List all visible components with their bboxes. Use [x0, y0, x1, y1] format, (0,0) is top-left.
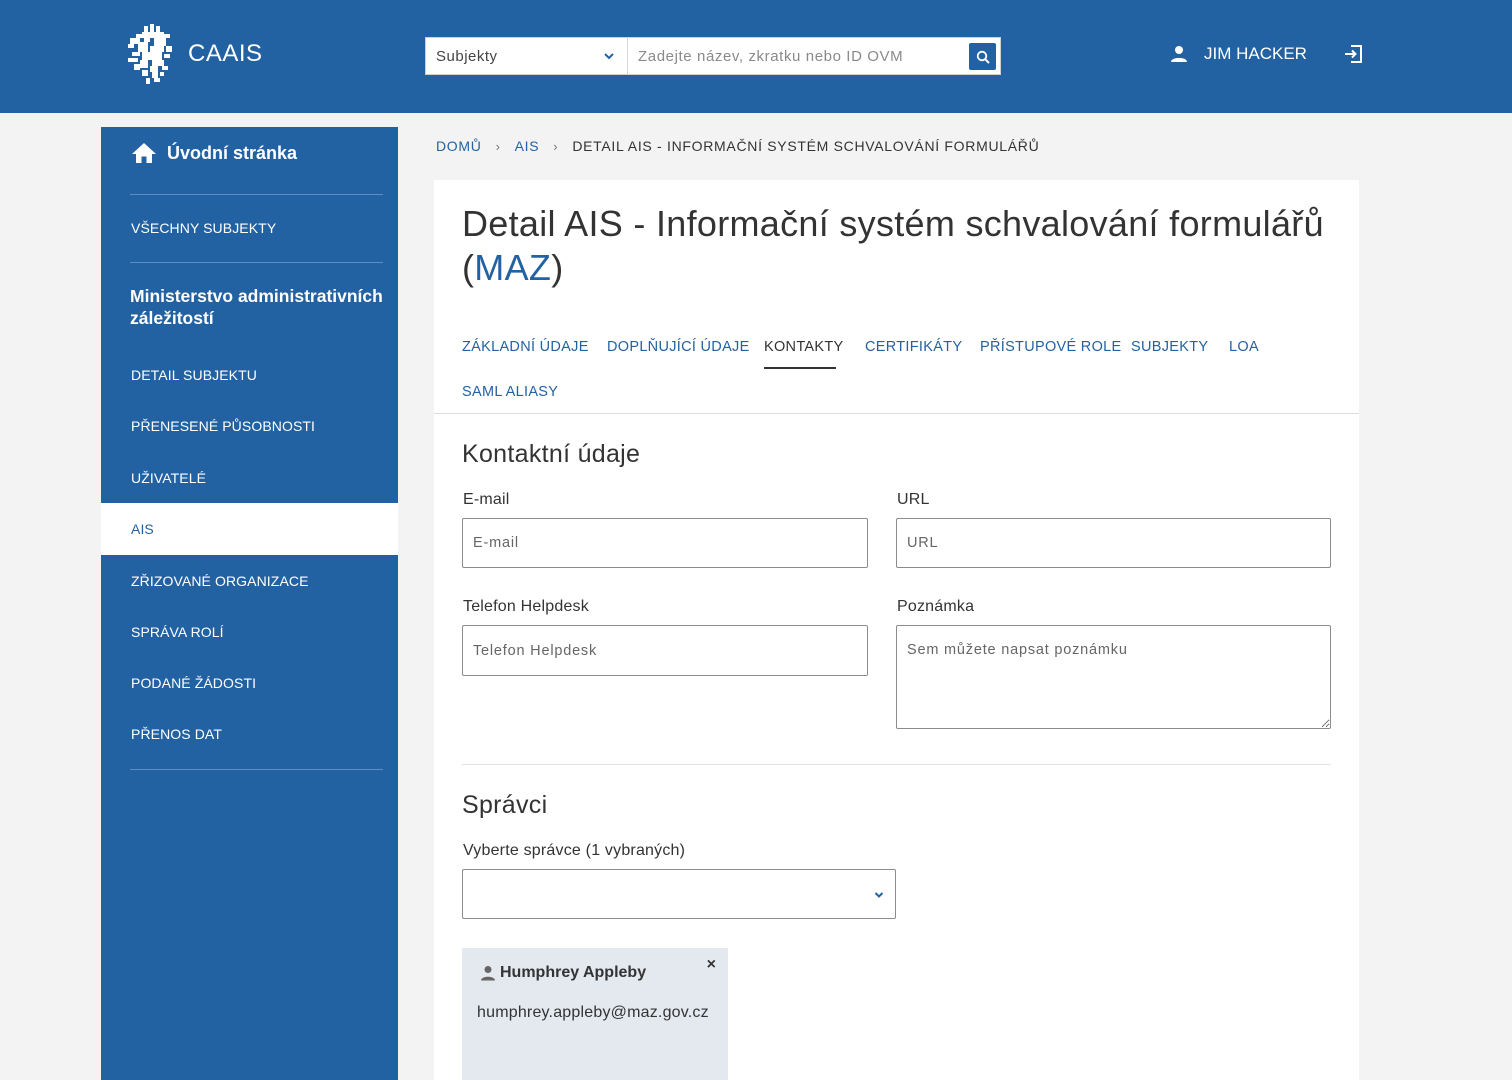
search-input[interactable]	[628, 38, 969, 74]
url-field[interactable]	[896, 518, 1331, 568]
admin-email: humphrey.appleby@maz.gov.cz	[477, 1004, 709, 1021]
sidebar: Úvodní stránka VŠECHNY SUBJEKTY Minister…	[101, 127, 398, 1080]
sidebar-item-subject-detail[interactable]: DETAIL SUBJEKTU	[101, 349, 398, 401]
user-name: JIM HACKER	[1204, 44, 1307, 63]
admin-name-text: Humphrey Appleby	[500, 964, 647, 981]
contacts-section-title: Kontaktní údaje	[462, 440, 641, 468]
phone-label: Telefon Helpdesk	[463, 598, 589, 615]
chevron-down-icon	[604, 53, 614, 60]
page-title-text: Detail AIS - Informační systém schvalová…	[462, 203, 1324, 244]
tab-contacts[interactable]: KONTAKTY	[764, 339, 843, 355]
email-label: E-mail	[463, 491, 510, 508]
note-label: Poznámka	[897, 598, 975, 615]
search-button[interactable]	[969, 43, 996, 70]
czech-lion-logo-icon	[128, 24, 172, 84]
breadcrumb-home[interactable]: DOMŮ	[436, 138, 482, 154]
sidebar-item-ais[interactable]: AIS	[101, 503, 398, 555]
main-content: Detail AIS - Informační systém schvalová…	[434, 180, 1359, 1080]
user-icon	[1171, 46, 1187, 62]
phone-field[interactable]	[462, 625, 868, 676]
chevron-right-icon: ›	[495, 138, 501, 154]
sidebar-item-roles[interactable]: SPRÁVA ROLÍ	[101, 606, 398, 658]
active-tab-indicator	[764, 367, 836, 369]
admins-select-label: Vyberte správce (1 vybraných)	[463, 842, 686, 859]
sidebar-item-delegated-powers[interactable]: PŘENESENÉ PŮSOBNOSTI	[101, 400, 398, 452]
chevron-right-icon: ›	[553, 138, 559, 154]
tab-saml-aliases[interactable]: SAML ALIASY	[462, 384, 558, 400]
page-title: Detail AIS - Informační systém schvalová…	[462, 203, 1324, 288]
top-header: CAAIS Subjekty JIM HACKER	[0, 0, 1512, 113]
remove-admin-button[interactable]: ×	[707, 956, 716, 974]
tab-certificates[interactable]: CERTIFIKÁTY	[865, 339, 962, 355]
url-label: URL	[897, 491, 930, 508]
user-menu[interactable]: JIM HACKER	[1170, 44, 1307, 64]
user-icon	[481, 966, 495, 981]
breadcrumb-ais[interactable]: AIS	[515, 138, 540, 154]
page-title-abbr[interactable]: MAZ	[474, 247, 551, 288]
search-scope-select[interactable]: Subjekty	[426, 38, 628, 74]
logout-icon	[1345, 45, 1362, 63]
email-field[interactable]	[462, 518, 868, 568]
sidebar-divider	[130, 769, 383, 770]
admins-section-title: Správci	[462, 791, 548, 819]
admins-select[interactable]	[462, 869, 896, 919]
logout-button[interactable]	[1343, 44, 1363, 69]
section-divider	[462, 764, 1331, 765]
sidebar-item-users[interactable]: UŽIVATELÉ	[101, 452, 398, 504]
tab-access-roles[interactable]: PŘÍSTUPOVÉ ROLE	[980, 339, 1121, 355]
app-name: CAAIS	[188, 40, 263, 67]
sidebar-home-link[interactable]: Úvodní stránka	[131, 142, 297, 164]
breadcrumb-current: DETAIL AIS - INFORMAČNÍ SYSTÉM SCHVALOVÁ…	[572, 138, 1040, 154]
sidebar-organization-name: Ministerstvo administrativních záležitos…	[130, 286, 383, 328]
tab-additional-info[interactable]: DOPLŇUJÍCÍ ÚDAJE	[607, 339, 750, 355]
sidebar-item-requests[interactable]: PODANÉ ŽÁDOSTI	[101, 657, 398, 709]
app-logo[interactable]: CAAIS	[128, 24, 263, 84]
search-icon	[976, 50, 990, 64]
sidebar-divider	[130, 262, 383, 263]
selected-admin-card: Humphrey Appleby × humphrey.appleby@maz.…	[462, 948, 728, 1080]
sidebar-item-data-transfer[interactable]: PŘENOS DAT	[101, 708, 398, 760]
tabs-divider	[434, 413, 1359, 414]
sidebar-item-all-subjects[interactable]: VŠECHNY SUBJEKTY	[101, 202, 398, 254]
note-textarea[interactable]	[896, 625, 1331, 729]
search-scope-value: Subjekty	[436, 47, 498, 65]
tab-basic-info[interactable]: ZÁKLADNÍ ÚDAJE	[462, 339, 589, 355]
sidebar-home-label: Úvodní stránka	[167, 142, 298, 163]
search-bar: Subjekty	[425, 37, 1001, 75]
breadcrumb: DOMŮ › AIS › DETAIL AIS - INFORMAČNÍ SYS…	[436, 138, 1039, 154]
home-icon	[132, 143, 156, 163]
sidebar-item-organizations[interactable]: ZŘIZOVANÉ ORGANIZACE	[101, 555, 398, 607]
sidebar-divider	[130, 194, 383, 195]
admin-name: Humphrey Appleby	[480, 964, 646, 982]
tab-subjects[interactable]: SUBJEKTY	[1131, 339, 1208, 355]
tab-loa[interactable]: LOA	[1229, 339, 1259, 355]
chevron-down-icon	[874, 892, 884, 898]
